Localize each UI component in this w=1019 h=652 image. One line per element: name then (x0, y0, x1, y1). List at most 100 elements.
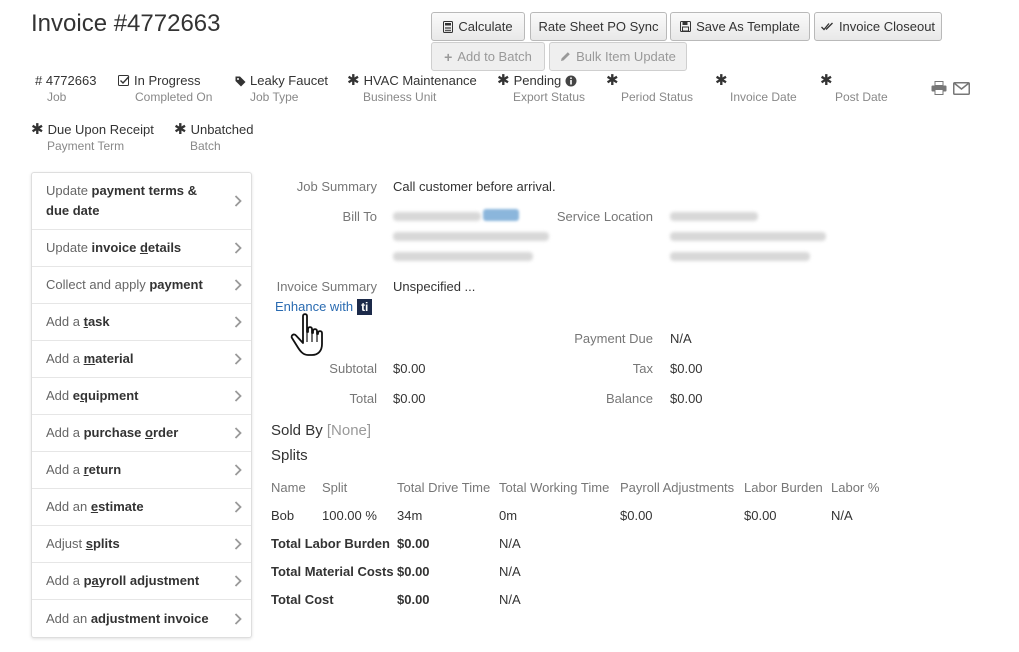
hand-cursor-icon (290, 313, 323, 356)
payment-term-label: Payment Term (47, 139, 125, 153)
splits-header-payroll-adjustments: Payroll Adjustments (620, 480, 735, 495)
splits-header-split: Split (322, 480, 348, 495)
chevron-right-icon (234, 353, 242, 365)
splits-cell: 100.00 % (322, 508, 377, 523)
subtotal-value: $0.00 (393, 361, 426, 376)
ti-logo-icon: ti (357, 299, 373, 315)
business-unit-label: Business Unit (363, 90, 437, 104)
batch-label: Batch (190, 139, 221, 153)
bulk-item-update-button[interactable]: Bulk Item Update (549, 42, 687, 71)
sidebar-item-payment[interactable]: Collect and apply payment (32, 267, 251, 304)
add-to-batch-button[interactable]: + Add to Batch (431, 42, 545, 71)
sidebar-item-invoice-details[interactable]: Update invoice details (32, 230, 251, 267)
totals-percent: N/A (499, 536, 521, 551)
tax-value: $0.00 (670, 361, 703, 376)
sidebar-item-label: Add a return (46, 462, 122, 477)
balance-value: $0.00 (670, 391, 703, 406)
payment-due-label: Payment Due (574, 331, 653, 346)
meta-export-status: ✱ Pending Export Status (497, 73, 585, 105)
chevron-right-icon (234, 612, 242, 625)
sidebar-item-splits[interactable]: Adjust splits (32, 526, 251, 563)
splits-header-total-working-time: Total Working Time (499, 480, 610, 495)
sidebar-item-estimate[interactable]: Add an estimate (32, 489, 251, 526)
completed-label: Completed On (135, 90, 213, 104)
sidebar-item-material[interactable]: Add a material (32, 341, 251, 378)
tax-label: Tax (632, 361, 653, 376)
bulk-update-label: Bulk Item Update (576, 49, 676, 64)
sidebar-item-return[interactable]: Add a return (32, 452, 251, 489)
required-asterisk-icon: ✱ (497, 72, 510, 89)
info-icon[interactable] (565, 75, 577, 87)
batch-value: Unbatched (190, 122, 254, 137)
sidebar-item-label: Add an adjustment invoice (46, 610, 209, 626)
job-type-value: Leaky Faucet (250, 73, 329, 88)
splits-heading: Splits (271, 447, 308, 464)
invoice-closeout-button[interactable]: Invoice Closeout (814, 12, 942, 41)
rate-sheet-po-sync-button[interactable]: Rate Sheet PO Sync (530, 12, 667, 41)
email-icon[interactable] (953, 82, 970, 95)
period-status-label: Period Status (621, 90, 694, 104)
floppy-disk-icon (680, 21, 692, 32)
action-sidebar: Update payment terms & due date Update in… (31, 172, 252, 638)
required-asterisk-icon: ✱ (715, 72, 728, 89)
export-status-value: Pending (513, 73, 562, 88)
sold-by-heading: Sold By [None] (271, 422, 371, 439)
chevron-right-icon (234, 390, 242, 402)
splits-header-labor-burden: Labor Burden (744, 480, 823, 495)
business-unit-value: HVAC Maintenance (363, 73, 477, 88)
chevron-right-icon (234, 464, 242, 476)
post-date-label: Post Date (835, 90, 888, 104)
checkbox-icon (118, 75, 130, 86)
tag-icon (235, 76, 246, 86)
sidebar-item-task[interactable]: Add a task (32, 304, 251, 341)
meta-post-date[interactable]: ✱ Post Date (820, 73, 888, 105)
totals-value: $0.00 (397, 536, 430, 551)
chevron-right-icon (234, 195, 242, 207)
splits-cell: N/A (831, 508, 853, 523)
required-asterisk-icon: ✱ (606, 72, 619, 89)
pencil-icon (561, 52, 570, 61)
totals-label: Total Labor Burden (271, 536, 390, 551)
sold-by-value[interactable]: [None] (327, 422, 371, 439)
meta-payment-term[interactable]: ✱ Due Upon Receipt Payment Term (31, 122, 154, 154)
totals-value: $0.00 (397, 564, 430, 579)
sidebar-item-label: Add a material (46, 351, 134, 366)
splits-header-total-drive-time: Total Drive Time (397, 480, 491, 495)
sidebar-item-label: Add a purchase order (46, 425, 179, 440)
chevron-right-icon (234, 538, 242, 550)
completed-value: In Progress (134, 73, 201, 88)
job-summary-label: Job Summary (296, 179, 377, 194)
total-value: $0.00 (393, 391, 426, 406)
sidebar-item-label: Update invoice details (46, 240, 182, 255)
calculate-button[interactable]: Calculate (431, 12, 525, 41)
invoice-date-label: Invoice Date (730, 90, 797, 104)
meta-invoice-date[interactable]: ✱ Invoice Date (715, 73, 797, 105)
splits-cell: Bob (271, 508, 295, 523)
meta-period-status: ✱ Period Status (606, 73, 693, 105)
subtotal-label: Subtotal (329, 361, 377, 376)
totals-label: Total Material Costs (271, 564, 394, 579)
print-icon[interactable] (931, 81, 947, 95)
payment-due-value: N/A (670, 331, 692, 346)
splits-cell: 0m (499, 508, 518, 523)
sidebar-item-payroll-adjustment[interactable]: Add a payroll adjustment (32, 563, 251, 600)
splits-header-name: Name (271, 480, 306, 495)
chevron-right-icon (234, 316, 242, 328)
sidebar-item-purchase-order[interactable]: Add a purchase order (32, 415, 251, 452)
meta-job: # 4772663 Job (35, 73, 96, 105)
splits-cell: $0.00 (620, 508, 653, 523)
chevron-right-icon (234, 242, 242, 254)
double-check-icon (820, 22, 833, 31)
total-label: Total (349, 391, 377, 406)
splits-header-labor-: Labor % (831, 480, 880, 495)
save-as-template-button[interactable]: Save As Template (670, 12, 810, 41)
chevron-right-icon (234, 427, 242, 439)
calculator-icon (443, 20, 454, 33)
sold-by-label: Sold By (271, 422, 323, 439)
sidebar-item-payment-terms-due-date[interactable]: Update payment terms & due date (32, 173, 251, 230)
job-label: Job (47, 90, 67, 104)
meta-batch: ✱ Unbatched Batch (174, 122, 253, 154)
sidebar-item-adjustment-invoice[interactable]: Add an adjustment invoice (32, 600, 251, 637)
meta-completed-on: In Progress Completed On (118, 73, 212, 105)
sidebar-item-equipment[interactable]: Add equipment (32, 378, 251, 415)
